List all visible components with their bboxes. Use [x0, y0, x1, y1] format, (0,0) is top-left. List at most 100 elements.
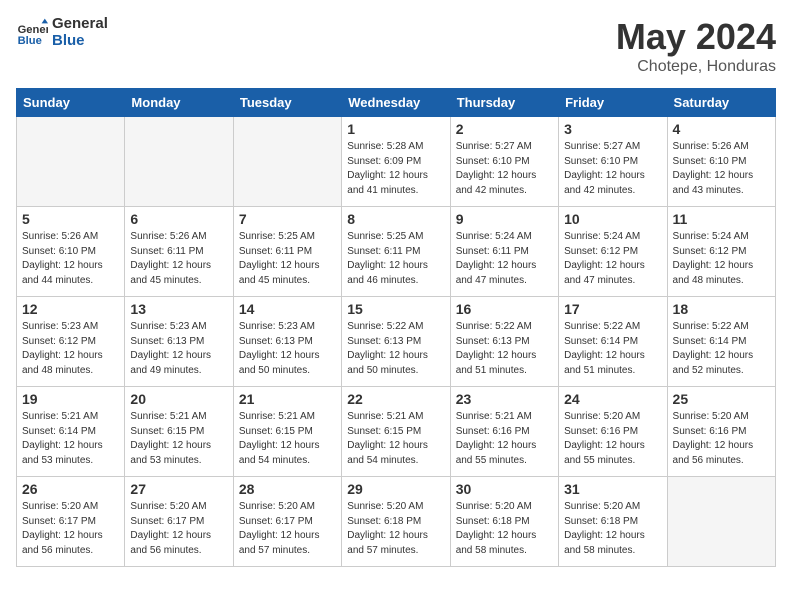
day-cell: 3 Sunrise: 5:27 AM Sunset: 6:10 PM Daylig…: [559, 117, 667, 207]
logo-general: General: [52, 16, 108, 33]
day-number: 4: [673, 121, 770, 137]
day-info: Sunrise: 5:21 AM Sunset: 6:15 PM Dayligh…: [130, 410, 227, 468]
day-cell: 17Sunrise: 5:22 AM Sunset: 6:14 PM Dayli…: [559, 297, 667, 387]
day-info: Sunrise: 5:25 AM Sunset: 6:11 PM Dayligh…: [347, 230, 444, 288]
day-cell: 1 Sunrise: 5:28 AM Sunset: 6:09 PM Daylig…: [342, 117, 450, 207]
day-number: 23: [456, 391, 553, 407]
day-cell: [17, 117, 125, 207]
day-number: 15: [347, 301, 444, 317]
day-info: Sunrise: 5:25 AM Sunset: 6:11 PM Dayligh…: [239, 230, 336, 288]
day-number: 12: [22, 301, 119, 317]
day-cell: 21 Sunrise: 5:21 AM Sunset: 6:15 PM Dayli…: [233, 387, 341, 477]
day-number: 19: [22, 391, 119, 407]
day-info: Sunrise: 5:20 AM Sunset: 6:17 PM Dayligh…: [130, 500, 227, 558]
week-row-1: 1 Sunrise: 5:28 AM Sunset: 6:09 PM Daylig…: [17, 117, 776, 207]
weekday-header-saturday: Saturday: [667, 89, 775, 117]
day-info: Sunrise: 5:20 AM Sunset: 6:16 PM Dayligh…: [673, 410, 770, 468]
day-number: 7: [239, 211, 336, 227]
day-number: 25: [673, 391, 770, 407]
day-info: Sunrise: 5:21 AM Sunset: 6:15 PM Dayligh…: [239, 410, 336, 468]
day-info: Sunrise: 5:20 AM Sunset: 6:17 PM Dayligh…: [239, 500, 336, 558]
day-info: Sunrise: 5:20 AM Sunset: 6:18 PM Dayligh…: [347, 500, 444, 558]
day-info: Sunrise: 5:20 AM Sunset: 6:16 PM Dayligh…: [564, 410, 661, 468]
day-number: 28: [239, 481, 336, 497]
day-info: Sunrise: 5:27 AM Sunset: 6:10 PM Dayligh…: [564, 140, 661, 198]
day-number: 21: [239, 391, 336, 407]
day-info: Sunrise: 5:23 AM Sunset: 6:13 PM Dayligh…: [130, 320, 227, 378]
day-number: 30: [456, 481, 553, 497]
day-cell: 15 Sunrise: 5:22 AM Sunset: 6:13 PM Dayli…: [342, 297, 450, 387]
week-row-3: 12Sunrise: 5:23 AM Sunset: 6:12 PM Dayli…: [17, 297, 776, 387]
day-number: 5: [22, 211, 119, 227]
page-header: General Blue General Blue May 2024 Chote…: [16, 16, 776, 76]
day-number: 29: [347, 481, 444, 497]
day-number: 10: [564, 211, 661, 227]
day-number: 11: [673, 211, 770, 227]
day-cell: 31 Sunrise: 5:20 AM Sunset: 6:18 PM Dayli…: [559, 477, 667, 567]
calendar-table: SundayMondayTuesdayWednesdayThursdayFrid…: [16, 88, 776, 567]
day-info: Sunrise: 5:21 AM Sunset: 6:16 PM Dayligh…: [456, 410, 553, 468]
day-info: Sunrise: 5:26 AM Sunset: 6:11 PM Dayligh…: [130, 230, 227, 288]
day-number: 18: [673, 301, 770, 317]
day-number: 3: [564, 121, 661, 137]
day-cell: 7 Sunrise: 5:25 AM Sunset: 6:11 PM Daylig…: [233, 207, 341, 297]
day-info: Sunrise: 5:27 AM Sunset: 6:10 PM Dayligh…: [456, 140, 553, 198]
month-title: May 2024: [616, 16, 776, 58]
weekday-header-wednesday: Wednesday: [342, 89, 450, 117]
day-number: 17: [564, 301, 661, 317]
day-info: Sunrise: 5:21 AM Sunset: 6:15 PM Dayligh…: [347, 410, 444, 468]
day-cell: 20 Sunrise: 5:21 AM Sunset: 6:15 PM Dayli…: [125, 387, 233, 477]
day-cell: 23 Sunrise: 5:21 AM Sunset: 6:16 PM Dayli…: [450, 387, 558, 477]
day-cell: 8 Sunrise: 5:25 AM Sunset: 6:11 PM Daylig…: [342, 207, 450, 297]
day-cell: 10 Sunrise: 5:24 AM Sunset: 6:12 PM Dayli…: [559, 207, 667, 297]
day-info: Sunrise: 5:20 AM Sunset: 6:18 PM Dayligh…: [456, 500, 553, 558]
day-number: 31: [564, 481, 661, 497]
day-number: 13: [130, 301, 227, 317]
day-number: 24: [564, 391, 661, 407]
logo: General Blue General Blue: [16, 16, 108, 49]
day-cell: [233, 117, 341, 207]
day-number: 1: [347, 121, 444, 137]
day-info: Sunrise: 5:24 AM Sunset: 6:11 PM Dayligh…: [456, 230, 553, 288]
weekday-header-sunday: Sunday: [17, 89, 125, 117]
week-row-4: 19 Sunrise: 5:21 AM Sunset: 6:14 PM Dayli…: [17, 387, 776, 477]
weekday-header-friday: Friday: [559, 89, 667, 117]
day-cell: 9 Sunrise: 5:24 AM Sunset: 6:11 PM Daylig…: [450, 207, 558, 297]
day-cell: 29 Sunrise: 5:20 AM Sunset: 6:18 PM Dayli…: [342, 477, 450, 567]
weekday-header-row: SundayMondayTuesdayWednesdayThursdayFrid…: [17, 89, 776, 117]
weekday-header-tuesday: Tuesday: [233, 89, 341, 117]
day-cell: 28 Sunrise: 5:20 AM Sunset: 6:17 PM Dayli…: [233, 477, 341, 567]
logo-blue: Blue: [52, 33, 108, 50]
day-info: Sunrise: 5:23 AM Sunset: 6:13 PM Dayligh…: [239, 320, 336, 378]
day-number: 20: [130, 391, 227, 407]
day-number: 16: [456, 301, 553, 317]
day-number: 14: [239, 301, 336, 317]
day-cell: [667, 477, 775, 567]
day-cell: [125, 117, 233, 207]
weekday-header-monday: Monday: [125, 89, 233, 117]
day-cell: 12Sunrise: 5:23 AM Sunset: 6:12 PM Dayli…: [17, 297, 125, 387]
day-info: Sunrise: 5:20 AM Sunset: 6:17 PM Dayligh…: [22, 500, 119, 558]
day-cell: 22Sunrise: 5:21 AM Sunset: 6:15 PM Dayli…: [342, 387, 450, 477]
day-number: 27: [130, 481, 227, 497]
location-title: Chotepe, Honduras: [616, 58, 776, 76]
day-info: Sunrise: 5:20 AM Sunset: 6:18 PM Dayligh…: [564, 500, 661, 558]
day-cell: 26 Sunrise: 5:20 AM Sunset: 6:17 PM Dayli…: [17, 477, 125, 567]
day-cell: 19 Sunrise: 5:21 AM Sunset: 6:14 PM Dayli…: [17, 387, 125, 477]
day-info: Sunrise: 5:24 AM Sunset: 6:12 PM Dayligh…: [673, 230, 770, 288]
day-cell: 2 Sunrise: 5:27 AM Sunset: 6:10 PM Daylig…: [450, 117, 558, 207]
day-number: 2: [456, 121, 553, 137]
day-number: 9: [456, 211, 553, 227]
day-info: Sunrise: 5:28 AM Sunset: 6:09 PM Dayligh…: [347, 140, 444, 198]
day-cell: 27 Sunrise: 5:20 AM Sunset: 6:17 PM Dayli…: [125, 477, 233, 567]
day-cell: 14 Sunrise: 5:23 AM Sunset: 6:13 PM Dayli…: [233, 297, 341, 387]
day-info: Sunrise: 5:24 AM Sunset: 6:12 PM Dayligh…: [564, 230, 661, 288]
day-number: 8: [347, 211, 444, 227]
day-info: Sunrise: 5:22 AM Sunset: 6:13 PM Dayligh…: [347, 320, 444, 378]
day-cell: 13 Sunrise: 5:23 AM Sunset: 6:13 PM Dayli…: [125, 297, 233, 387]
day-number: 26: [22, 481, 119, 497]
day-info: Sunrise: 5:22 AM Sunset: 6:13 PM Dayligh…: [456, 320, 553, 378]
day-info: Sunrise: 5:21 AM Sunset: 6:14 PM Dayligh…: [22, 410, 119, 468]
title-block: May 2024 Chotepe, Honduras: [616, 16, 776, 76]
day-info: Sunrise: 5:26 AM Sunset: 6:10 PM Dayligh…: [673, 140, 770, 198]
